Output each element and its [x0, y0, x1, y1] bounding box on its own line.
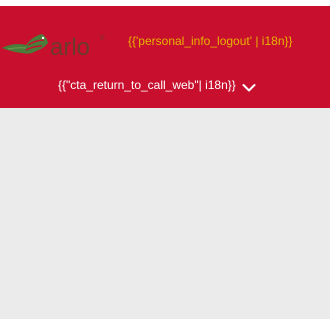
svg-text:®: ®	[100, 35, 105, 42]
svg-text:arlo: arlo	[50, 34, 90, 61]
arlo-logo[interactable]: arlo ®	[0, 28, 110, 64]
main-content-area	[0, 108, 330, 319]
page: arlo ® {{'personal_info_logout' | i18n}}…	[0, 0, 330, 319]
return-to-call-label: {{"cta_return_to_call_web"| i18n}}	[58, 78, 236, 92]
chevron-down-icon	[242, 80, 256, 92]
arlo-bird-icon: arlo ®	[2, 34, 105, 61]
return-to-call-menu[interactable]: {{"cta_return_to_call_web"| i18n}}	[58, 76, 256, 94]
logout-link[interactable]: {{'personal_info_logout' | i18n}}	[128, 34, 293, 48]
header-bar: arlo ® {{'personal_info_logout' | i18n}}…	[0, 6, 330, 108]
